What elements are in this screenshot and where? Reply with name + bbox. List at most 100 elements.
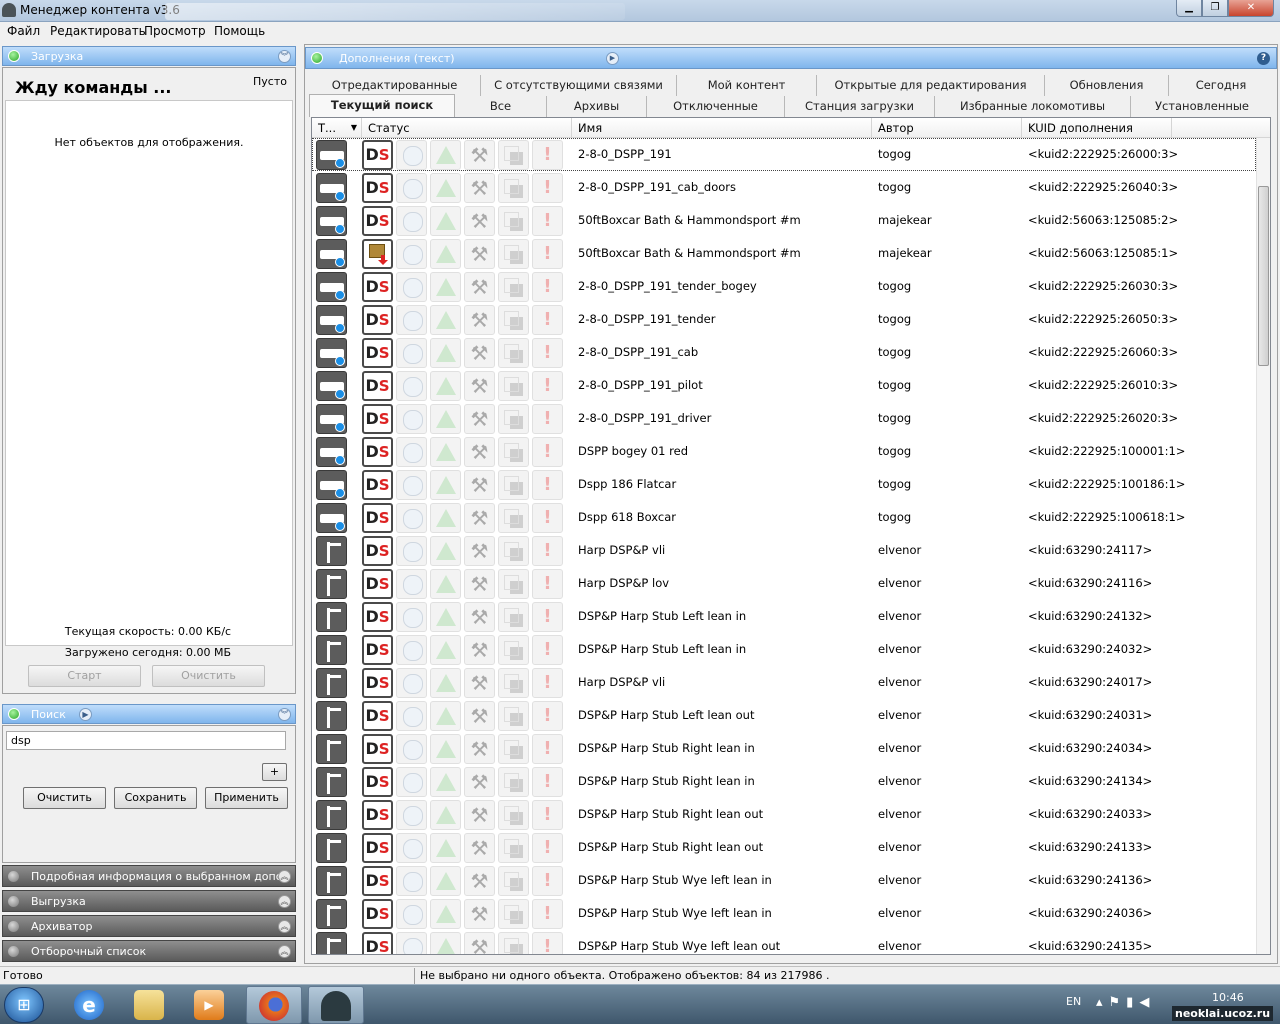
tab-my-content[interactable]: Мой контент [677, 75, 817, 96]
collapse-icon[interactable]: ︾ [278, 708, 291, 721]
triangle-icon [430, 635, 461, 665]
scrollbar-thumb[interactable] [1258, 186, 1269, 366]
arrow-right-icon[interactable]: ▶ [79, 708, 92, 721]
add-filter-button[interactable]: + [262, 763, 287, 781]
train-car-icon [316, 239, 347, 269]
table-row[interactable]: DS ⚒! 2-8-0_DSPP_191_cab_doors togog <kuid2:… [312, 171, 1256, 204]
table-row[interactable]: DS ⚒! DSP&P Harp Stub Right lean in elvenor… [312, 765, 1256, 798]
square-icon [498, 437, 529, 467]
arrow-right-icon[interactable]: ▶ [606, 52, 619, 65]
expand-icon[interactable]: ︽ [278, 920, 291, 933]
archiver-panel-header[interactable]: Архиватор ︽ [2, 915, 296, 937]
table-row[interactable]: DS ⚒! Harp DSP&P lov elvenor <kuid:63290:241… [312, 567, 1256, 600]
vertical-scrollbar[interactable] [1256, 138, 1270, 954]
start-button[interactable]: Старт [28, 665, 141, 687]
upload-panel-header[interactable]: Выгрузка ︽ [2, 890, 296, 912]
tab-disabled[interactable]: Отключенные [647, 96, 785, 117]
table-row[interactable]: DS ⚒! DSPP bogey 01 red togog <kuid2:222925:… [312, 435, 1256, 468]
maximize-button[interactable]: ❐ [1202, 0, 1228, 17]
table-row[interactable]: DS ⚒! DSP&P Harp Stub Wye left lean out elv… [312, 930, 1256, 954]
shortlist-panel-header[interactable]: Отборочный список ︽ [2, 940, 296, 962]
tab-favorite-locos[interactable]: Избранные локомотивы [935, 96, 1131, 117]
search-panel-header[interactable]: Поиск ▶ ︾ [2, 704, 296, 724]
table-row[interactable]: DS ⚒! DSP&P Harp Stub Left lean in elvenor <… [312, 633, 1256, 666]
train-car-icon [316, 173, 347, 203]
close-button[interactable]: ✕ [1228, 0, 1274, 17]
tab-missing-deps[interactable]: С отсутствующими связями [481, 75, 677, 96]
table-row[interactable]: DS ⚒! 2-8-0_DSPP_191 togog <kuid2:222925:260… [312, 138, 1256, 171]
download-list[interactable]: Нет объектов для отображения. [5, 100, 293, 646]
menu-file[interactable]: Файл [7, 24, 40, 38]
table-row[interactable]: DS ⚒! DSP&P Harp Stub Right lean out elveno… [312, 798, 1256, 831]
tab-current-search[interactable]: Текущий поиск [309, 94, 455, 117]
table-row[interactable]: DS ⚒! 2-8-0_DSPP_191_pilot togog <kuid2:2229… [312, 369, 1256, 402]
expand-icon[interactable]: ︽ [278, 945, 291, 958]
firefox-taskbar-button[interactable] [246, 986, 302, 1024]
menu-view[interactable]: Просмотр [144, 24, 206, 38]
table-row[interactable]: DS ⚒! 2-8-0_DSPP_191_tender togog <kuid2:222… [312, 303, 1256, 336]
menu-edit[interactable]: Редактировать [50, 24, 146, 38]
table-row[interactable]: DS ⚒! DSP&P Harp Stub Right lean out elveno… [312, 831, 1256, 864]
expand-icon[interactable]: ︽ [278, 870, 291, 883]
table-row[interactable]: ⚒! 50ftBoxcar Bath & Hammondsport #m majek… [312, 237, 1256, 270]
explorer-taskbar-button[interactable] [122, 986, 178, 1024]
save-search-button[interactable]: Сохранить [114, 787, 197, 809]
content-manager-taskbar-button[interactable] [308, 986, 364, 1024]
clear-download-button[interactable]: Очистить [152, 665, 265, 687]
apply-search-button[interactable]: Применить [205, 787, 288, 809]
column-header-kuid[interactable]: KUID дополнения [1022, 118, 1172, 138]
table-row[interactable]: DS ⚒! Harp DSP&P vli elvenor <kuid:63290:241… [312, 534, 1256, 567]
download-panel-header[interactable]: Загрузка ︾ [2, 46, 296, 66]
cell-kuid: <kuid2:222925:26020:3> [1028, 411, 1179, 425]
table-row[interactable]: DS ⚒! 2-8-0_DSPP_191_driver togog <kuid2:222… [312, 402, 1256, 435]
column-header-status[interactable]: Статус [362, 118, 572, 138]
tools-icon: ⚒ [464, 668, 495, 698]
table-row[interactable]: DS ⚒! DSP&P Harp Stub Wye left lean in elve… [312, 864, 1256, 897]
column-header-name[interactable]: Имя [572, 118, 872, 138]
tray-icons[interactable]: ▴⚑▮◀ [1096, 995, 1155, 1010]
clear-search-button[interactable]: Очистить [23, 787, 106, 809]
tab-installed[interactable]: Установленные [1131, 96, 1273, 117]
cell-author: elvenor [878, 840, 922, 854]
minimize-button[interactable]: ▁ [1176, 0, 1202, 17]
cell-author: elvenor [878, 873, 922, 887]
details-panel-header[interactable]: Подробная информация о выбранном дополне… [2, 865, 296, 887]
ie-taskbar-button[interactable]: e [62, 986, 118, 1024]
table-row[interactable]: DS ⚒! 2-8-0_DSPP_191_cab togog <kuid2:222925… [312, 336, 1256, 369]
tab-all[interactable]: Все [455, 96, 547, 117]
table-row[interactable]: DS ⚒! DSP&P Harp Stub Left lean in elvenor <… [312, 600, 1256, 633]
collapse-icon[interactable]: ︾ [278, 50, 291, 63]
addons-table[interactable]: Т... ▼ Статус Имя Автор KUID дополнения … [311, 117, 1271, 955]
clock[interactable]: 10:46 [1212, 991, 1244, 1004]
expand-icon[interactable]: ︽ [278, 895, 291, 908]
tab-updates[interactable]: Обновления [1045, 75, 1169, 96]
table-row[interactable]: DS ⚒! DSP&P Harp Stub Left lean out elvenor… [312, 699, 1256, 732]
error-icon: ! [532, 272, 563, 302]
tab-download-station[interactable]: Станция загрузки [785, 96, 935, 117]
table-row[interactable]: DS ⚒! Dspp 618 Boxcar togog <kuid2:222925:10… [312, 501, 1256, 534]
table-row[interactable]: DS ⚒! 50ftBoxcar Bath & Hammondsport #m maj… [312, 204, 1256, 237]
table-row[interactable]: DS ⚒! Dspp 186 Flatcar togog <kuid2:222925:1… [312, 468, 1256, 501]
table-row[interactable]: DS ⚒! DSP&P Harp Stub Wye left lean in elve… [312, 897, 1256, 930]
panel-status-icon [311, 52, 323, 64]
tab-archives[interactable]: Архивы [547, 96, 647, 117]
start-button[interactable]: ⊞ [4, 987, 44, 1023]
triangle-icon [430, 602, 461, 632]
sort-down-icon[interactable]: ▼ [351, 118, 357, 138]
cell-name: 50ftBoxcar Bath & Hammondsport #m [578, 213, 801, 227]
table-row[interactable]: DS ⚒! DSP&P Harp Stub Right lean in elvenor… [312, 732, 1256, 765]
help-icon[interactable]: ? [1257, 52, 1270, 65]
column-header-type[interactable]: Т... ▼ [312, 118, 362, 138]
error-icon: ! [532, 503, 563, 533]
tab-open-for-edit[interactable]: Открытые для редактирования [817, 75, 1045, 96]
search-input[interactable] [6, 731, 286, 750]
menu-help[interactable]: Помощь [214, 24, 265, 38]
tab-today[interactable]: Сегодня [1169, 75, 1273, 96]
table-row[interactable]: DS ⚒! 2-8-0_DSPP_191_tender_bogey togog <kui… [312, 270, 1256, 303]
tab-edited[interactable]: Отредактированные [309, 75, 481, 96]
language-indicator[interactable]: EN [1066, 995, 1081, 1008]
table-row[interactable]: DS ⚒! Harp DSP&P vli elvenor <kuid:63290:240… [312, 666, 1256, 699]
addons-panel-header[interactable]: Дополнения (текст) ▶ ? [305, 47, 1277, 69]
media-player-taskbar-button[interactable]: ▶ [182, 986, 238, 1024]
column-header-author[interactable]: Автор [872, 118, 1022, 138]
